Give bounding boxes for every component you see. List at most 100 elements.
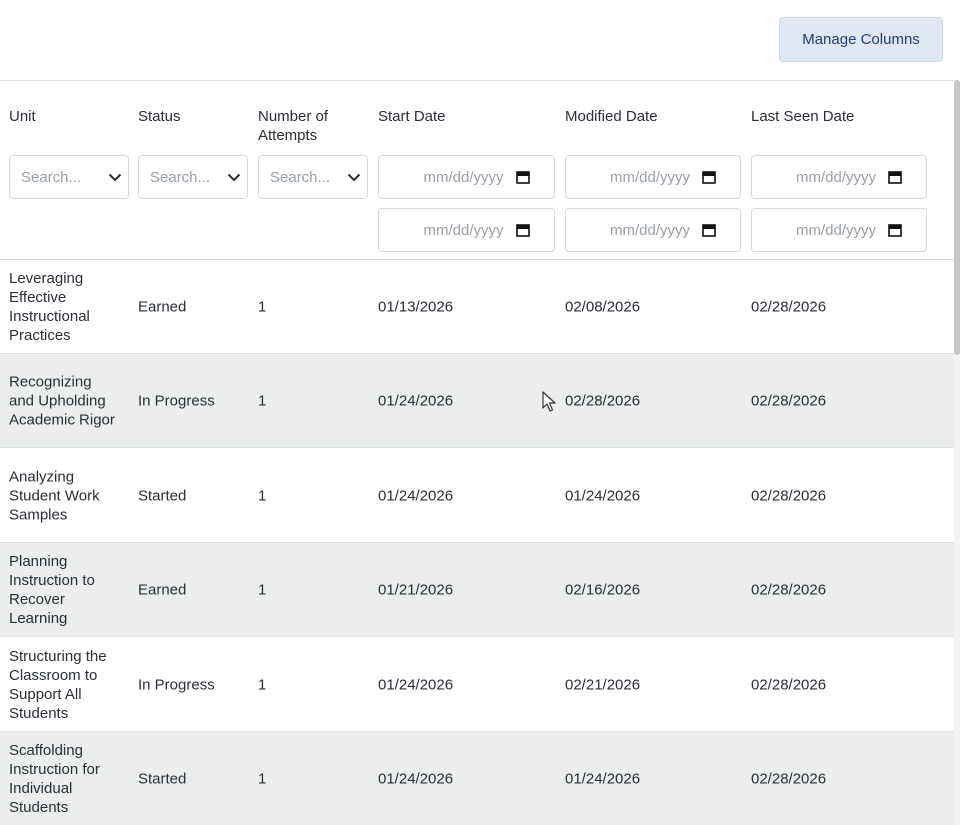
unit-line: Effective	[9, 288, 67, 306]
unit-line: Instructional	[9, 307, 90, 325]
unit-line: Instruction to	[9, 571, 95, 589]
attempts-filter-placeholder: Search...	[270, 168, 331, 186]
start-date-to-input[interactable]: mm/dd/yyyy	[378, 208, 555, 252]
unit-line: Structuring the	[9, 647, 107, 665]
unit-line: Recognizing	[9, 373, 92, 390]
unit-line: Practices	[9, 326, 71, 344]
attempts-cell: 1	[258, 487, 267, 504]
table-row[interactable]: Recognizing and Upholding Academic Rigor…	[0, 354, 954, 448]
attempts-filter-select[interactable]: Search...	[258, 155, 368, 199]
column-header-modified-date[interactable]: Modified Date	[565, 107, 658, 126]
table-row[interactable]: Leveraging Effective Instructional Pract…	[0, 260, 954, 354]
table-row[interactable]: Planning Instruction to Recover Learning…	[0, 543, 954, 637]
start-date-from-placeholder: mm/dd/yyyy	[423, 168, 504, 186]
modified-date-cell: 02/21/2026	[565, 676, 641, 693]
modified-date-cell: 02/28/2026	[565, 392, 641, 409]
status-cell: Started	[138, 770, 187, 787]
calendar-icon[interactable]	[888, 223, 902, 237]
last-seen-date-to-placeholder: mm/dd/yyyy	[795, 221, 876, 239]
unit-line: and Upholding	[9, 392, 106, 409]
modified-date-from-placeholder: mm/dd/yyyy	[609, 168, 690, 186]
chevron-down-icon	[102, 173, 128, 182]
unit-line: Academic Rigor	[9, 411, 115, 428]
manage-columns-button[interactable]: Manage Columns	[779, 17, 943, 62]
status-cell: In Progress	[138, 392, 215, 409]
grades-table-page: Manage Columns Unit Status Number of Att…	[0, 0, 960, 825]
last-seen-date-cell: 02/28/2026	[751, 487, 827, 504]
unit-cell: Recognizing and Upholding Academic Rigor	[9, 372, 131, 429]
scrollbar-thumb[interactable]	[954, 80, 960, 355]
table-row[interactable]: Analyzing Student Work Samples Started 1…	[0, 449, 954, 543]
start-date-cell: 01/13/2026	[378, 298, 454, 315]
start-date-to-placeholder: mm/dd/yyyy	[423, 221, 504, 239]
attempts-cell: 1	[258, 392, 267, 409]
attempts-cell: 1	[258, 298, 267, 315]
modified-date-cell: 01/24/2026	[565, 487, 641, 504]
calendar-icon[interactable]	[888, 170, 902, 184]
unit-line: Students	[9, 798, 69, 816]
column-header-attempts[interactable]: Number of Attempts	[258, 107, 328, 145]
modified-date-cell: 01/24/2026	[565, 770, 641, 787]
column-header-last-seen-date[interactable]: Last Seen Date	[751, 107, 854, 126]
unit-line: Scaffolding	[9, 741, 83, 759]
status-filter-placeholder: Search...	[150, 168, 211, 186]
unit-cell: Planning Instruction to Recover Learning	[9, 552, 131, 628]
last-seen-date-cell: 02/28/2026	[751, 581, 827, 598]
calendar-icon[interactable]	[515, 170, 530, 184]
unit-line: Support All	[9, 685, 82, 703]
status-cell: Started	[138, 487, 187, 504]
last-seen-date-cell: 02/28/2026	[751, 298, 827, 315]
start-date-cell: 01/24/2026	[378, 770, 454, 787]
column-header-start-date[interactable]: Start Date	[378, 107, 446, 126]
modified-date-cell: 02/08/2026	[565, 298, 641, 315]
unit-line: Student Work	[9, 487, 100, 504]
modified-date-to-input[interactable]: mm/dd/yyyy	[565, 208, 741, 252]
start-date-from-input[interactable]: mm/dd/yyyy	[378, 155, 555, 199]
status-cell: Earned	[138, 581, 187, 598]
unit-filter-placeholder: Search...	[21, 168, 82, 186]
column-header-attempts-line2: Attempts	[258, 127, 318, 144]
status-cell: Earned	[138, 298, 187, 315]
column-header-unit[interactable]: Unit	[9, 107, 36, 126]
unit-cell: Scaffolding Instruction for Individual S…	[9, 741, 131, 817]
table-header: Unit Status Number of Attempts Start Dat…	[0, 81, 954, 260]
start-date-cell: 01/24/2026	[378, 676, 454, 693]
unit-line: Individual	[9, 779, 73, 797]
unit-cell: Structuring the Classroom to Support All…	[9, 647, 131, 723]
modified-date-to-placeholder: mm/dd/yyyy	[609, 221, 690, 239]
unit-cell: Analyzing Student Work Samples	[9, 467, 131, 524]
chevron-down-icon	[341, 173, 367, 182]
attempts-cell: 1	[258, 770, 267, 787]
unit-filter-select[interactable]: Search...	[9, 155, 129, 199]
unit-line: Instruction for	[9, 760, 100, 778]
start-date-cell: 01/24/2026	[378, 487, 454, 504]
last-seen-date-from-input[interactable]: mm/dd/yyyy	[751, 155, 927, 199]
unit-line: Recover	[9, 590, 65, 608]
modified-date-from-input[interactable]: mm/dd/yyyy	[565, 155, 741, 199]
calendar-icon[interactable]	[515, 223, 530, 237]
unit-line: Analyzing	[9, 468, 75, 485]
status-filter-select[interactable]: Search...	[138, 155, 248, 199]
modified-date-cell: 02/16/2026	[565, 581, 641, 598]
status-cell: In Progress	[138, 676, 215, 693]
unit-line: Classroom to	[9, 666, 98, 684]
calendar-icon[interactable]	[702, 223, 716, 237]
last-seen-date-to-input[interactable]: mm/dd/yyyy	[751, 208, 927, 252]
calendar-icon[interactable]	[702, 170, 716, 184]
unit-line: Samples	[9, 506, 68, 523]
unit-line: Leveraging	[9, 269, 84, 287]
unit-cell: Leveraging Effective Instructional Pract…	[9, 269, 131, 345]
last-seen-date-cell: 02/28/2026	[751, 392, 827, 409]
column-header-attempts-line1: Number of	[258, 108, 329, 125]
attempts-cell: 1	[258, 581, 267, 598]
table-row[interactable]: Structuring the Classroom to Support All…	[0, 638, 954, 732]
table-row[interactable]: Scaffolding Instruction for Individual S…	[0, 732, 954, 825]
last-seen-date-from-placeholder: mm/dd/yyyy	[795, 168, 876, 186]
table-toolbar: Manage Columns	[0, 0, 960, 80]
unit-line: Learning	[9, 609, 68, 627]
last-seen-date-cell: 02/28/2026	[751, 770, 827, 787]
last-seen-date-cell: 02/28/2026	[751, 676, 827, 693]
column-header-status[interactable]: Status	[138, 107, 181, 126]
units-table: Unit Status Number of Attempts Start Dat…	[0, 80, 954, 825]
start-date-cell: 01/21/2026	[378, 581, 454, 598]
